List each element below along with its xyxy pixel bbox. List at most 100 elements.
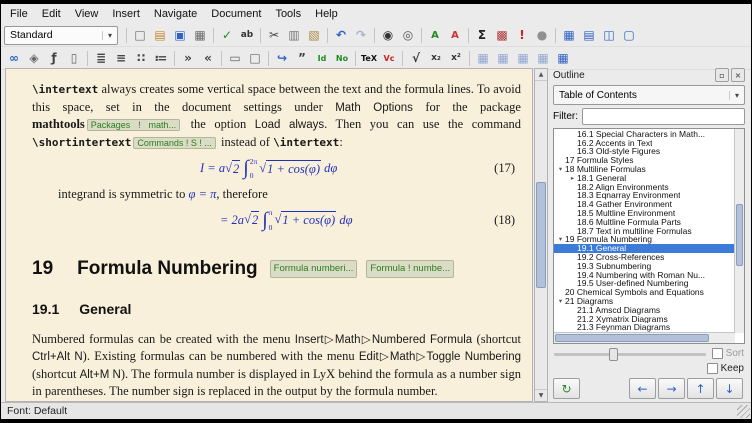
toc-item[interactable]: 19.1 General <box>554 244 735 253</box>
document-vertical-scrollbar[interactable]: ▲ ▼ <box>534 68 548 402</box>
index-entry-icon[interactable]: Id <box>312 49 332 67</box>
move-section-up-button[interactable]: ↑ <box>687 378 714 399</box>
toc-item[interactable]: 16.1 Special Characters in Math... <box>554 130 735 139</box>
sort-checkbox[interactable] <box>712 348 723 359</box>
update-outline-button[interactable]: ↻ <box>553 378 580 399</box>
table-insert-col-icon[interactable]: ▦ <box>493 49 513 67</box>
toc-item[interactable]: ▾21 Diagrams <box>554 297 735 306</box>
collapse-icon[interactable]: ▾ <box>556 165 565 174</box>
record-macro-icon[interactable]: ● <box>532 26 552 44</box>
document-canvas[interactable]: \intertext always creates some vertical … <box>5 68 533 402</box>
toc-item[interactable]: 16.3 Old-style Figures <box>554 147 735 156</box>
keep-checkbox[interactable] <box>707 363 718 374</box>
toc-item[interactable]: 18.7 Text in multiline Formulas <box>554 227 735 236</box>
menu-file[interactable]: File <box>3 6 35 22</box>
menu-view[interactable]: View <box>68 6 106 22</box>
index-entry-inset[interactable]: Packages ! math... <box>87 119 180 131</box>
index-entry-inset[interactable]: Formula numberi... <box>270 260 358 279</box>
search-forward-icon[interactable]: ◎ <box>398 26 418 44</box>
toc-item[interactable]: 18.2 Align Environments <box>554 183 735 192</box>
insert-float-icon[interactable]: ▭ <box>225 49 245 67</box>
menu-edit[interactable]: Edit <box>35 6 68 22</box>
toc-item[interactable]: 18.3 Eqnarray Environment <box>554 191 735 200</box>
open-document-icon[interactable]: ▤ <box>150 26 170 44</box>
itemize-list-icon[interactable]: ≡ <box>111 49 131 67</box>
save-document-icon[interactable]: ▣ <box>170 26 190 44</box>
float-panel-button[interactable]: ▫ <box>715 68 729 82</box>
view-source-icon[interactable]: ▤ <box>579 26 599 44</box>
spellcheck-icon[interactable]: ✓ <box>217 26 237 44</box>
close-panel-button[interactable]: × <box>731 68 745 82</box>
collapse-icon[interactable]: ▾ <box>556 297 565 306</box>
index-entry-inset[interactable]: Formula ! numbe... <box>366 260 454 279</box>
version-control-icon[interactable]: Vc <box>379 49 399 67</box>
toc-horizontal-scrollbar[interactable] <box>554 332 735 343</box>
depth-slider[interactable] <box>554 347 706 360</box>
find-replace-icon[interactable]: ◉ <box>378 26 398 44</box>
increase-depth-icon[interactable]: » <box>178 49 198 67</box>
insert-marginalnote-icon[interactable]: ▯ <box>64 49 84 67</box>
insert-box-icon[interactable]: □ <box>245 49 265 67</box>
insert-graphics-icon[interactable]: ▩ <box>492 26 512 44</box>
insert-table-icon[interactable]: ▦ <box>559 26 579 44</box>
toc-item[interactable]: 19.2 Cross-References <box>554 253 735 262</box>
paste-icon[interactable]: ▧ <box>304 26 324 44</box>
toc-item[interactable]: 20 Chemical Symbols and Equations <box>554 288 735 297</box>
enumerate-list-icon[interactable]: ≣ <box>91 49 111 67</box>
cross-reference-icon[interactable]: ↪ <box>272 49 292 67</box>
toc-item[interactable]: 19.4 Numbering with Roman Nu... <box>554 271 735 280</box>
toc-item[interactable]: 19.5 User-defined Numbering <box>554 279 735 288</box>
table-settings-icon[interactable]: ▦ <box>553 49 573 67</box>
split-view-icon[interactable]: ◫ <box>599 26 619 44</box>
table-delete-row-icon[interactable]: ▦ <box>513 49 533 67</box>
toc-item[interactable]: 17 Formula Styles <box>554 156 735 165</box>
insert-footnote-icon[interactable]: ƒ <box>44 49 64 67</box>
toc-item[interactable]: 18.4 Gather Environment <box>554 200 735 209</box>
toc-item[interactable]: 18.5 Multline Environment <box>554 209 735 218</box>
insert-label-icon[interactable]: ◈ <box>24 49 44 67</box>
insert-note-icon[interactable]: ! <box>512 26 532 44</box>
print-icon[interactable]: ▦ <box>190 26 210 44</box>
display-formula[interactable]: = 2a√2∫π0√1 + cos(φ) dφ(18) <box>32 207 521 234</box>
menu-help[interactable]: Help <box>308 6 345 22</box>
toc-vertical-scrollbar[interactable] <box>734 129 744 333</box>
filter-input[interactable] <box>582 108 745 125</box>
superscript-icon[interactable]: x² <box>446 49 466 67</box>
reject-changes-icon[interactable]: A <box>445 26 465 44</box>
toc-item[interactable]: 19.3 Subnumbering <box>554 262 735 271</box>
citation-icon[interactable]: ” <box>292 49 312 67</box>
math-macro-icon[interactable]: √ <box>406 49 426 67</box>
menu-insert[interactable]: Insert <box>105 6 147 22</box>
expand-icon[interactable]: ▸ <box>568 174 577 183</box>
outline-type-selector[interactable]: Table of Contents ▾ <box>553 85 745 105</box>
index-entry-inset[interactable]: Commands ! S ! ... <box>133 137 216 149</box>
toc-item[interactable]: 18.6 Multline Formula Parts <box>554 218 735 227</box>
toc-item[interactable]: ▾18 Multiline Formulas <box>554 165 735 174</box>
menu-document[interactable]: Document <box>204 6 268 22</box>
paragraph-style-selector[interactable]: Standard ▾ <box>4 26 118 45</box>
toc-item[interactable]: 21.2 Xymatrix Diagrams <box>554 315 735 324</box>
resize-grip[interactable] <box>737 405 750 418</box>
fullscreen-icon[interactable]: ▢ <box>619 26 639 44</box>
insert-hyperlink-icon[interactable]: ∞ <box>4 49 24 67</box>
decrease-depth-icon[interactable]: « <box>198 49 218 67</box>
toc-item[interactable]: 16.2 Accents in Text <box>554 139 735 148</box>
toc-item[interactable]: ▸18.1 General <box>554 174 735 183</box>
toc-item[interactable]: 21.1 Amscd Diagrams <box>554 306 735 315</box>
description-list-icon[interactable]: ≔ <box>151 49 171 67</box>
undo-icon[interactable]: ↶ <box>331 26 351 44</box>
accept-changes-icon[interactable]: A <box>425 26 445 44</box>
demote-section-button[interactable]: → <box>658 378 685 399</box>
collapse-icon[interactable]: ▾ <box>556 235 565 244</box>
scroll-up-icon[interactable]: ▲ <box>535 69 547 81</box>
display-formula[interactable]: I = a√2∫2π0√1 + cos(φ) dφ(17) <box>32 155 521 182</box>
promote-section-button[interactable]: ← <box>629 378 656 399</box>
new-document-icon[interactable]: □ <box>130 26 150 44</box>
scroll-down-icon[interactable]: ▼ <box>535 389 547 401</box>
labeled-list-icon[interactable]: ∷ <box>131 49 151 67</box>
slider-handle[interactable] <box>609 348 618 361</box>
toc-item[interactable]: 21.3 Feynman Diagrams <box>554 323 735 332</box>
menu-tools[interactable]: Tools <box>268 6 308 22</box>
document-scrollbar-thumb[interactable] <box>536 182 546 288</box>
table-delete-col-icon[interactable]: ▦ <box>533 49 553 67</box>
